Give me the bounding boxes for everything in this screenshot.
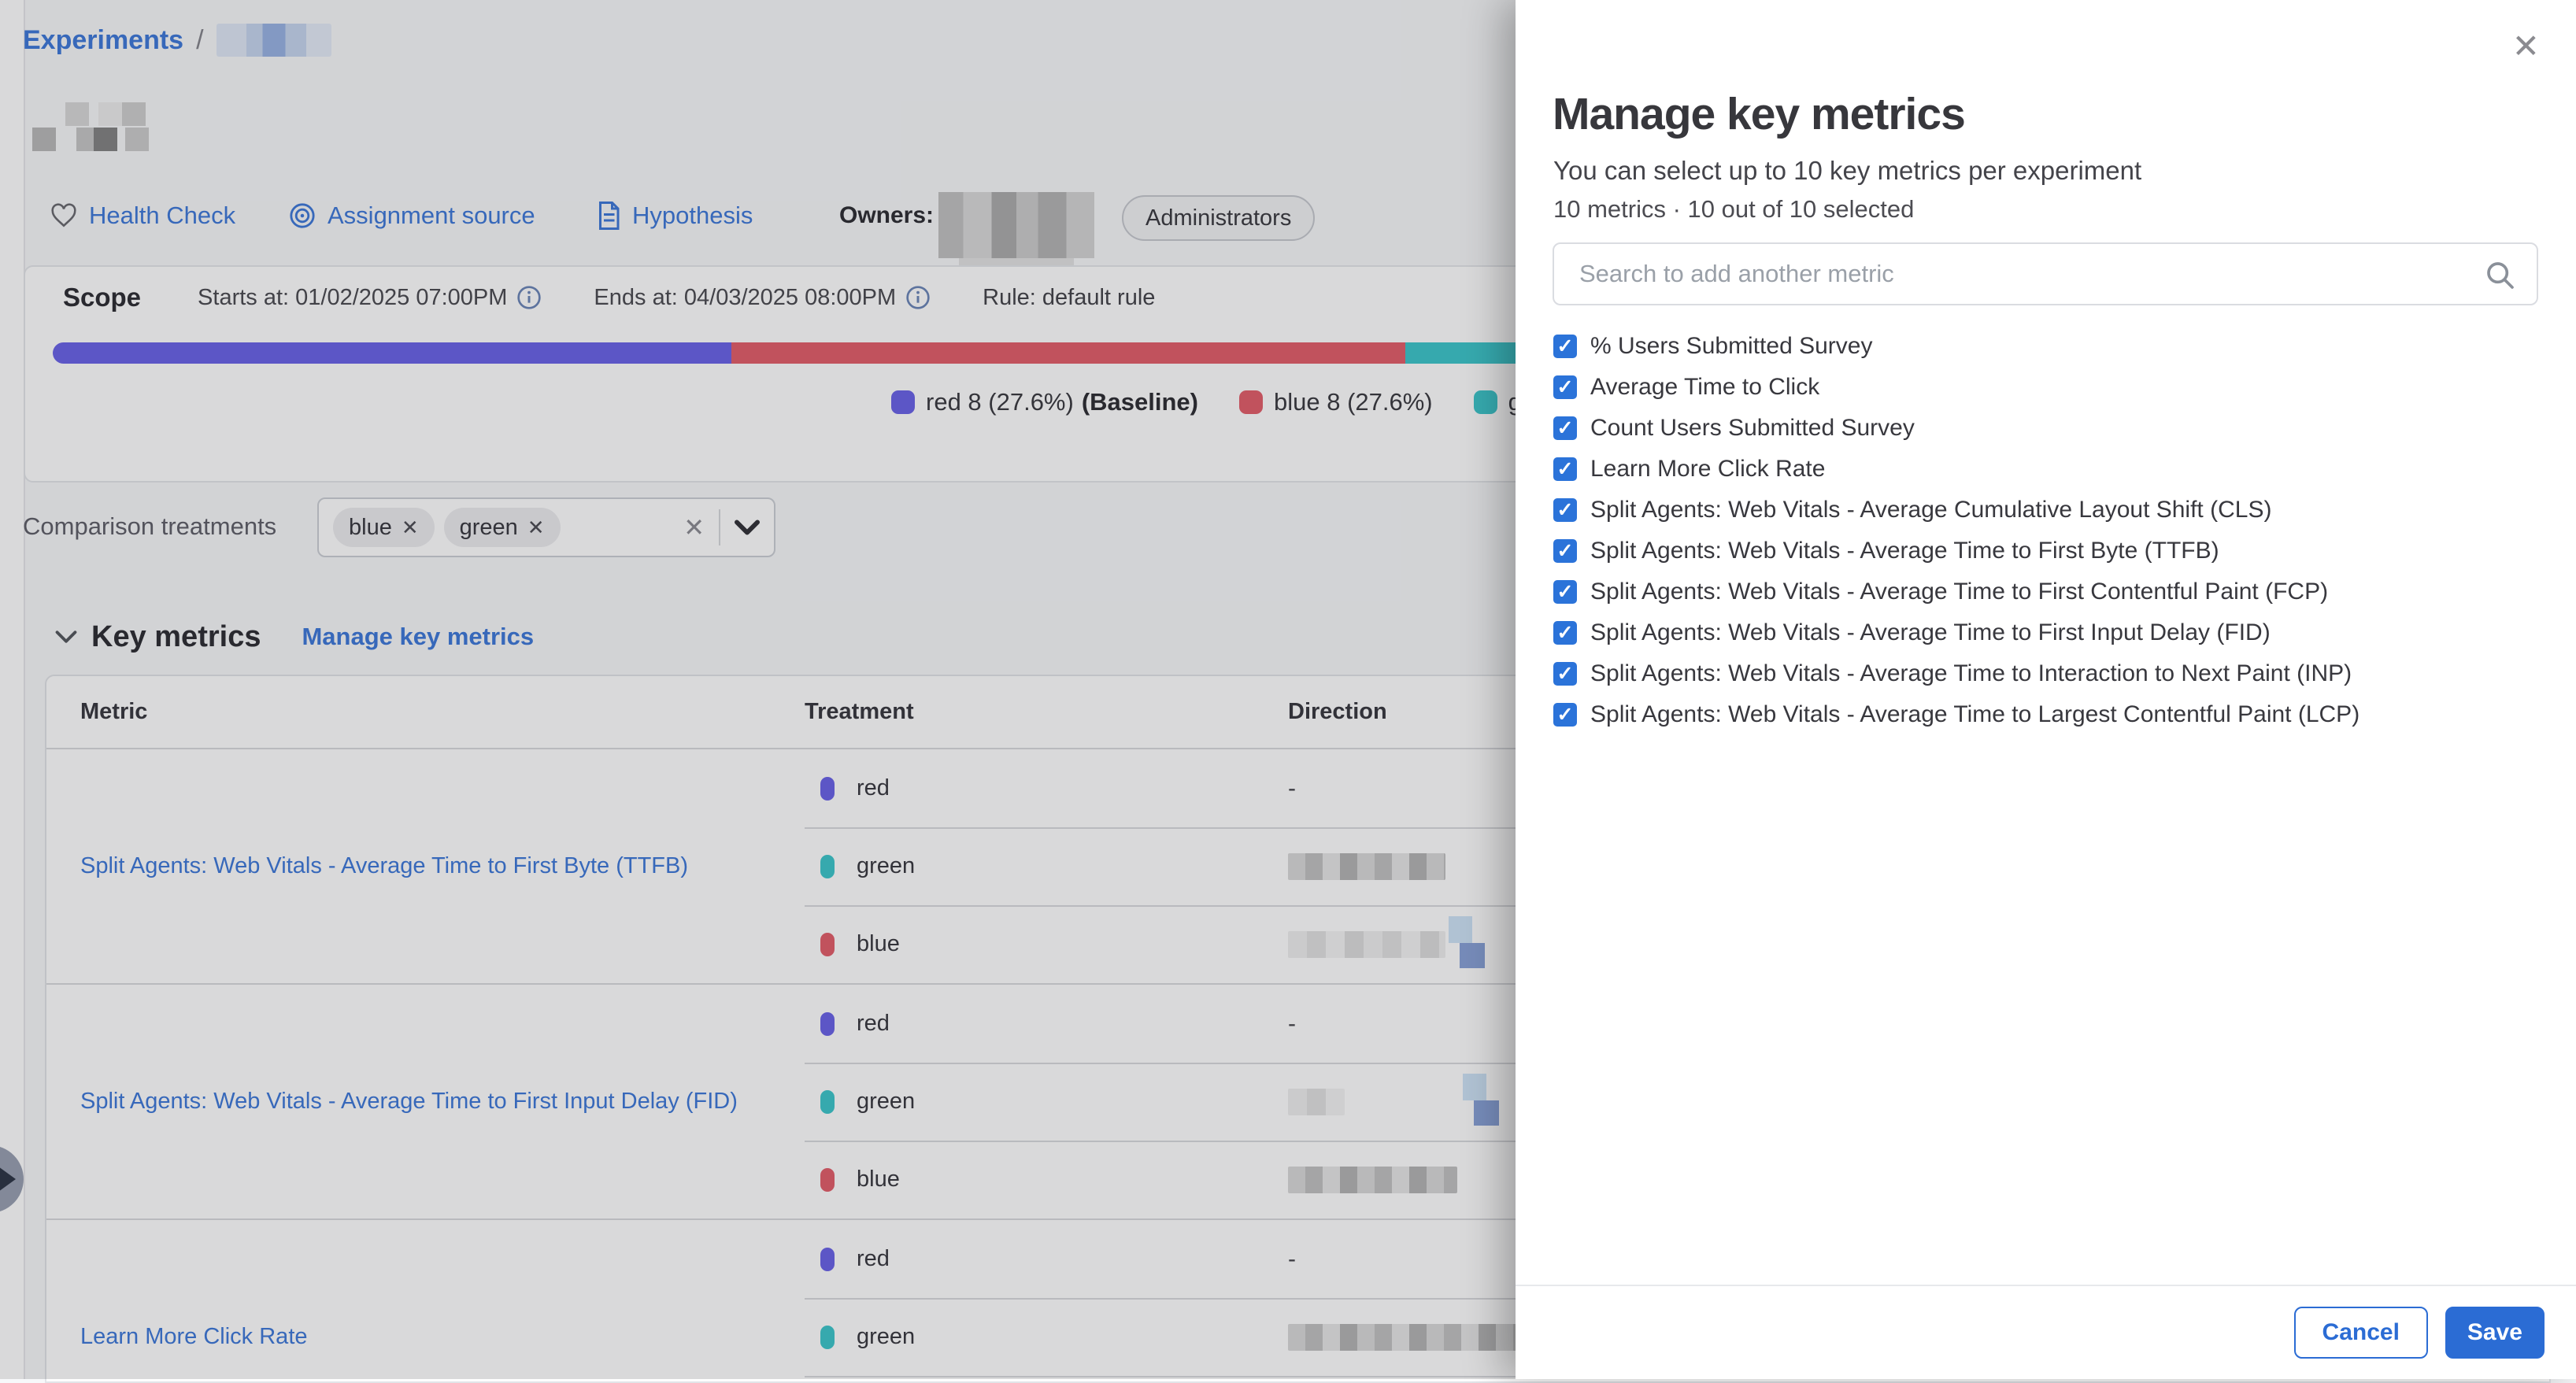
metric-checkbox-row[interactable]: ✓ Split Agents: Web Vitals - Average Cumu… [1553,490,2545,531]
close-icon[interactable]: ✕ [2512,30,2540,63]
metric-checkbox-row[interactable]: ✓ Split Agents: Web Vitals - Average Time… [1553,694,2545,735]
checkbox-checked-icon[interactable]: ✓ [1553,416,1577,440]
metric-checkbox-row[interactable]: ✓ Split Agents: Web Vitals - Average Time… [1553,571,2545,612]
metric-checkbox-label: Split Agents: Web Vitals - Average Time … [1590,538,2219,564]
metric-checkbox-row[interactable]: ✓ Average Time to Click [1553,367,2545,408]
metric-checkbox-row[interactable]: ✓ Split Agents: Web Vitals - Average Time… [1553,612,2545,653]
checkbox-checked-icon[interactable]: ✓ [1553,580,1577,604]
checkbox-checked-icon[interactable]: ✓ [1553,703,1577,727]
metric-checkbox-label: Split Agents: Web Vitals - Average Time … [1590,701,2359,728]
manage-key-metrics-panel: ✕ Manage key metrics You can select up t… [1516,0,2576,1379]
checkbox-checked-icon[interactable]: ✓ [1553,662,1577,686]
metric-checkbox-label: Split Agents: Web Vitals - Average Time … [1590,660,2352,687]
checkbox-checked-icon[interactable]: ✓ [1553,335,1577,358]
checkbox-checked-icon[interactable]: ✓ [1553,498,1577,522]
panel-subtitle: You can select up to 10 key metrics per … [1553,156,2141,186]
metric-checkbox-label: Split Agents: Web Vitals - Average Time … [1590,579,2328,605]
cancel-button[interactable]: Cancel [2294,1307,2428,1359]
metric-checkbox-row[interactable]: ✓ % Users Submitted Survey [1553,326,2545,367]
search-icon [2485,260,2516,291]
save-button[interactable]: Save [2445,1307,2545,1359]
metric-checkbox-row[interactable]: ✓ Split Agents: Web Vitals - Average Time… [1553,531,2545,571]
metrics-count-line: 10 metrics · 10 out of 10 selected [1553,195,1914,224]
metric-checkbox-row[interactable]: ✓ Split Agents: Web Vitals - Average Time… [1553,653,2545,694]
metric-checkbox-label: Learn More Click Rate [1590,456,1825,483]
metric-checkbox-label: % Users Submitted Survey [1590,333,1872,360]
metric-checkbox-list: ✓ % Users Submitted Survey ✓ Average Time t… [1553,326,2545,735]
metric-checkbox-label: Average Time to Click [1590,374,1819,401]
metric-checkbox-row[interactable]: ✓ Learn More Click Rate [1553,449,2545,490]
checkbox-checked-icon[interactable]: ✓ [1553,457,1577,481]
metric-checkbox-label: Split Agents: Web Vitals - Average Cumul… [1590,497,2271,523]
metric-checkbox-row[interactable]: ✓ Count Users Submitted Survey [1553,408,2545,449]
metric-checkbox-label: Count Users Submitted Survey [1590,415,1915,442]
panel-title: Manage key metrics [1553,88,1965,140]
search-input[interactable] [1554,244,2537,304]
panel-footer: Cancel Save [1516,1285,2576,1379]
checkbox-checked-icon[interactable]: ✓ [1553,621,1577,645]
checkbox-checked-icon[interactable]: ✓ [1553,375,1577,399]
metric-checkbox-label: Split Agents: Web Vitals - Average Time … [1590,619,2271,646]
checkbox-checked-icon[interactable]: ✓ [1553,539,1577,563]
metric-search [1553,242,2538,305]
